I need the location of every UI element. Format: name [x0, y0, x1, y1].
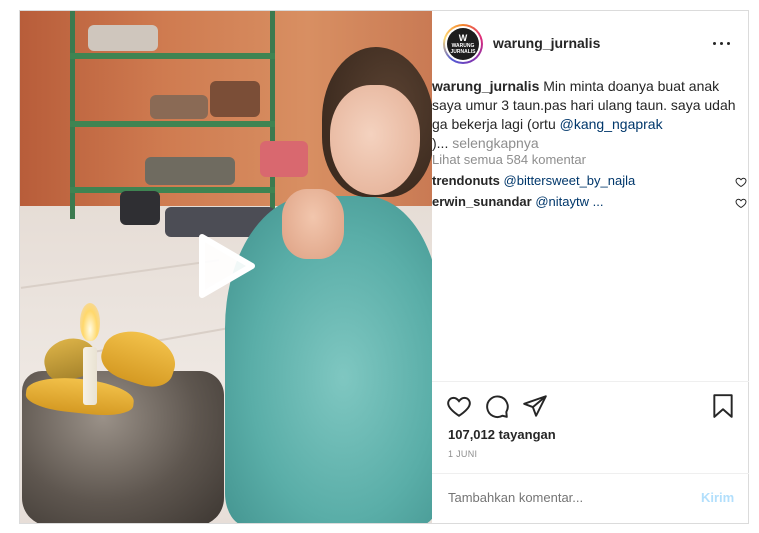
paper-plane-icon[interactable]	[522, 393, 548, 419]
dot	[713, 42, 716, 45]
comment-item: erwin_sunandar @nitaytw ...	[432, 193, 749, 211]
comment-mention[interactable]: @nitaytw ...	[535, 194, 603, 209]
comment-heart-icon[interactable]	[735, 176, 747, 188]
post-details-panel: W WARUNG JURNALIS warung_jurnalis warung…	[432, 11, 749, 523]
caption-more-link[interactable]: selengkapnya	[452, 135, 538, 151]
birthday-candle	[83, 347, 97, 405]
shoe-rack-post	[270, 11, 275, 211]
view-count[interactable]: 107,012 tayangan	[448, 427, 556, 442]
shoe-rack-shelf	[70, 121, 275, 127]
avatar-frame: W WARUNG JURNALIS	[445, 26, 481, 62]
shoe	[260, 141, 308, 177]
dot	[727, 42, 730, 45]
avatar-logo: W WARUNG JURNALIS	[447, 28, 479, 60]
comment-item: trendonuts @bittersweet_by_najla	[432, 172, 749, 190]
avatar[interactable]: W WARUNG JURNALIS	[443, 24, 483, 64]
comment-mention[interactable]: @bittersweet_by_najla	[504, 173, 636, 188]
child-face	[330, 85, 420, 195]
shoe	[145, 157, 235, 185]
dot	[720, 42, 723, 45]
post-comment-button[interactable]: Kirim	[701, 490, 734, 505]
caption-mention[interactable]: @kang_ngaprak	[560, 116, 663, 132]
post-actions	[432, 389, 749, 421]
instagram-post: W WARUNG JURNALIS warung_jurnalis warung…	[19, 10, 749, 524]
shoe-rack-shelf	[70, 187, 275, 193]
more-options-icon[interactable]	[710, 33, 734, 53]
shoe	[150, 95, 208, 119]
post-date[interactable]: 1 JUNI	[448, 449, 477, 459]
post-header: W WARUNG JURNALIS warung_jurnalis	[432, 11, 749, 75]
avatar-logo-mark: W	[458, 32, 468, 43]
shoe	[88, 25, 158, 51]
view-all-comments-link[interactable]: Lihat semua 584 komentar	[432, 152, 586, 167]
shoe	[120, 191, 160, 225]
post-caption: warung_jurnalis Min minta doanya buat an…	[432, 77, 749, 153]
candle-flame	[80, 303, 100, 341]
divider	[432, 381, 749, 382]
comment-username[interactable]: erwin_sunandar	[432, 194, 532, 209]
bookmark-icon[interactable]	[710, 393, 736, 419]
comment-heart-icon[interactable]	[735, 197, 747, 209]
caption-username[interactable]: warung_jurnalis	[432, 78, 539, 94]
comment-icon[interactable]	[484, 393, 510, 419]
shoe-rack-shelf	[70, 53, 275, 59]
avatar-logo-line2: JURNALIS	[450, 48, 476, 55]
add-comment-input[interactable]	[448, 490, 668, 505]
heart-icon[interactable]	[446, 393, 472, 419]
post-video[interactable]	[20, 11, 432, 523]
shoe	[210, 81, 260, 117]
divider	[432, 473, 749, 474]
post-author-username[interactable]: warung_jurnalis	[493, 35, 600, 51]
child-hands	[282, 189, 344, 259]
comment-username[interactable]: trendonuts	[432, 173, 500, 188]
play-icon[interactable]	[196, 233, 256, 299]
caption-tail: )...	[432, 135, 449, 151]
